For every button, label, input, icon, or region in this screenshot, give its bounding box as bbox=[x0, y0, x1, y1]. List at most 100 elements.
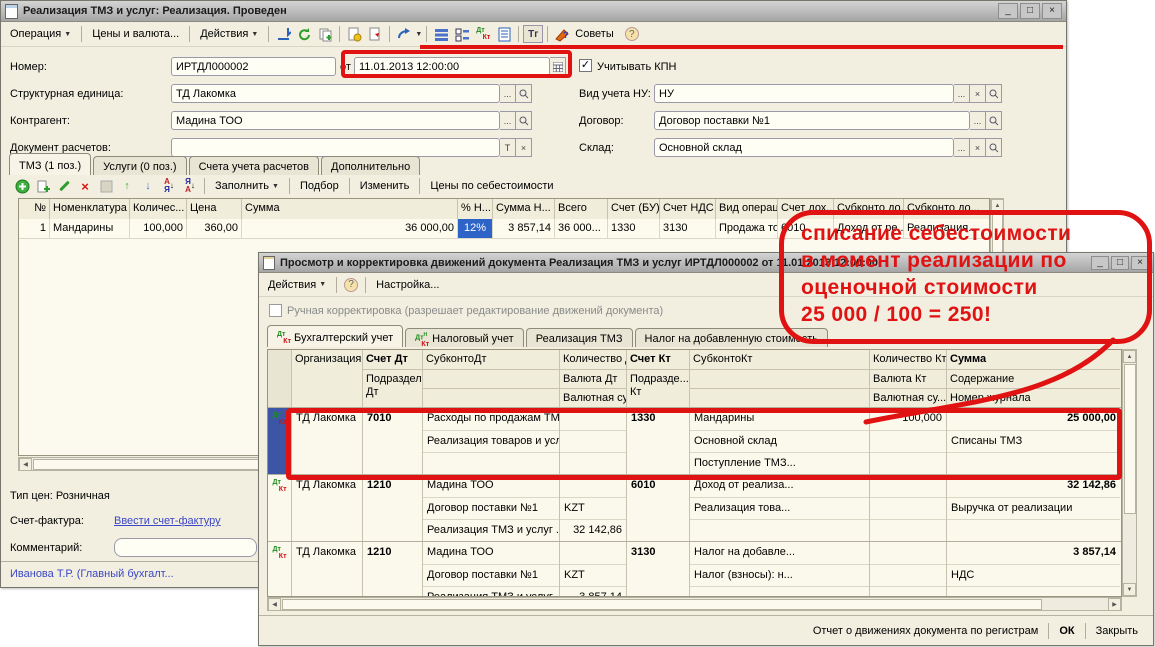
cell-vat-rate[interactable]: 12% bbox=[458, 219, 493, 238]
scroll-left-icon[interactable]: ◀ bbox=[268, 598, 281, 611]
cell-currency-dt[interactable]: KZT bbox=[560, 564, 626, 586]
cell-sum[interactable]: 3 857,14 bbox=[947, 542, 1120, 564]
checklist-icon[interactable] bbox=[452, 25, 472, 43]
fill-button[interactable]: Заполнить▼ bbox=[209, 176, 285, 196]
col-account-bu[interactable]: Счет (БУ) bbox=[608, 199, 660, 219]
select-ellipsis-button[interactable]: ... bbox=[500, 111, 516, 130]
cell-content[interactable]: Выручка от реализации bbox=[947, 497, 1120, 519]
search-icon[interactable] bbox=[986, 111, 1002, 130]
clear-button[interactable]: × bbox=[516, 138, 532, 157]
clear-button[interactable]: × bbox=[970, 84, 986, 103]
cell-content[interactable]: НДС bbox=[947, 564, 1120, 586]
cell-quantity[interactable]: 100,000 bbox=[130, 219, 187, 238]
cell-quantity-kt[interactable] bbox=[870, 542, 946, 564]
contract-input[interactable]: Договор поставки №1 bbox=[654, 111, 970, 130]
col-quantity-kt[interactable]: Количество КтВалюта КтВалютная су... bbox=[870, 350, 947, 407]
cell-subconto-kt[interactable] bbox=[690, 586, 869, 597]
movement-row-2[interactable]: ДтКт ТД Лакомка 1210 Мадина ТООДоговор п… bbox=[268, 475, 1121, 542]
col-amount[interactable]: Сумма bbox=[242, 199, 458, 219]
save-record-icon[interactable] bbox=[273, 25, 293, 43]
search-icon[interactable] bbox=[516, 111, 532, 130]
col-account-dt[interactable]: Счет ДтПодраздел... Дт bbox=[363, 350, 423, 407]
cell-subconto-dt[interactable]: Мадина ТОО bbox=[423, 542, 559, 564]
cost-prices-button[interactable]: Цены по себестоимости bbox=[424, 176, 559, 196]
tab-accounting[interactable]: ДтКт Бухгалтерский учет bbox=[267, 325, 403, 347]
nu-input[interactable]: НУ bbox=[654, 84, 954, 103]
copy-row-icon[interactable] bbox=[33, 177, 53, 195]
number-input[interactable]: ИРТДЛ000002 bbox=[171, 57, 336, 76]
clear-button[interactable]: × bbox=[970, 138, 986, 157]
scroll-left-icon[interactable]: ◀ bbox=[19, 458, 32, 471]
select-ellipsis-button[interactable]: ... bbox=[954, 84, 970, 103]
cell-price[interactable]: 360,00 bbox=[187, 219, 242, 238]
scroll-up-icon[interactable]: ▲ bbox=[1123, 350, 1136, 363]
dt-kt-icon[interactable]: ДтКт bbox=[473, 25, 493, 43]
edit-row-icon[interactable] bbox=[54, 177, 74, 195]
col-nomenclature[interactable]: Номенклатура bbox=[50, 199, 130, 219]
dialog-actions-button[interactable]: Действия▼ bbox=[262, 275, 332, 295]
help-icon[interactable]: ? bbox=[622, 25, 642, 43]
move-down-icon[interactable]: ↓ bbox=[138, 177, 158, 195]
cell-organization[interactable]: ТД Лакомка bbox=[292, 542, 362, 564]
structure-icon[interactable] bbox=[431, 25, 451, 43]
col-vat-rate[interactable]: % Н... bbox=[458, 199, 493, 219]
ok-button[interactable]: ОК bbox=[1052, 621, 1081, 641]
sort-ascending-icon[interactable]: АЯ↓ bbox=[159, 177, 179, 195]
settings-button[interactable]: Настройка... bbox=[370, 275, 445, 295]
send-icon[interactable] bbox=[394, 25, 414, 43]
tab-services[interactable]: Услуги (0 поз.) bbox=[93, 156, 186, 175]
maximize-button[interactable]: □ bbox=[1020, 3, 1040, 19]
col-operation-type[interactable]: Вид операции bbox=[716, 199, 778, 219]
refresh-icon[interactable] bbox=[294, 25, 314, 43]
tab-tmz-sales[interactable]: Реализация ТМЗ bbox=[526, 328, 633, 347]
add-row-icon[interactable] bbox=[12, 177, 32, 195]
minimize-button[interactable]: _ bbox=[998, 3, 1018, 19]
cell-operation-type[interactable]: Продажа то... bbox=[716, 219, 778, 238]
kpn-checkbox[interactable]: ✓ bbox=[579, 59, 592, 72]
warehouse-input[interactable]: Основной склад bbox=[654, 138, 954, 157]
cell-subconto-kt[interactable]: Реализация това... bbox=[690, 497, 869, 519]
cell-subconto-kt[interactable]: Налог на добавле... bbox=[690, 542, 869, 564]
cell-account-kt[interactable]: 3130 bbox=[627, 542, 689, 564]
type-button[interactable]: T bbox=[500, 138, 516, 157]
unpost-document-icon[interactable] bbox=[365, 25, 385, 43]
help-icon[interactable]: ? bbox=[341, 276, 361, 294]
col-quantity[interactable]: Количес... bbox=[130, 199, 187, 219]
cell-subconto-dt[interactable]: Реализация ТМЗ и услуг bbox=[423, 586, 559, 597]
tips-label[interactable]: Советы bbox=[573, 24, 620, 44]
cell-subconto-dt[interactable]: Договор поставки №1 bbox=[423, 564, 559, 586]
cell-subconto-kt[interactable]: Налог (взносы): н... bbox=[690, 564, 869, 586]
search-icon[interactable] bbox=[986, 138, 1002, 157]
cell-account-vat[interactable]: 3130 bbox=[660, 219, 716, 238]
delete-row-icon[interactable]: × bbox=[75, 177, 95, 195]
col-total[interactable]: Всего bbox=[555, 199, 608, 219]
cell-currency-dt[interactable]: KZT bbox=[560, 497, 626, 519]
cell-subconto-kt[interactable] bbox=[690, 519, 869, 541]
movements-report-button[interactable]: Отчет о движениях документа по регистрам bbox=[806, 621, 1046, 641]
change-button[interactable]: Изменить bbox=[354, 176, 416, 196]
cell-subconto-dt[interactable]: Реализация ТМЗ и услуг ... bbox=[423, 519, 559, 541]
end-edit-icon[interactable] bbox=[96, 177, 116, 195]
movements-hscrollbar[interactable]: ◀ ▶ bbox=[267, 597, 1122, 611]
cell-currency-sum-dt[interactable]: 3 857,14 bbox=[560, 586, 626, 597]
document-journal-icon[interactable] bbox=[494, 25, 514, 43]
col-subconto-dt[interactable]: СубконтоДт bbox=[423, 350, 560, 407]
cell-num[interactable]: 1 bbox=[19, 219, 50, 238]
col-account-kt[interactable]: Счет КтПодразде... Кт bbox=[627, 350, 690, 407]
select-ellipsis-button[interactable]: ... bbox=[500, 84, 516, 103]
col-quantity-dt[interactable]: Количество ДтВалюта ДтВалютная су... bbox=[560, 350, 627, 407]
movement-row-3[interactable]: ДтКт ТД Лакомка 1210 Мадина ТООДоговор п… bbox=[268, 542, 1121, 597]
cell-currency-sum-dt[interactable]: 32 142,86 bbox=[560, 519, 626, 541]
cell-vat-amount[interactable]: 3 857,14 bbox=[493, 219, 555, 238]
col-price[interactable]: Цена bbox=[187, 199, 242, 219]
cell-amount[interactable]: 36 000,00 bbox=[242, 219, 458, 238]
select-ellipsis-button[interactable]: ... bbox=[970, 111, 986, 130]
tab-tax-accounting[interactable]: ДтНКт Налоговый учет bbox=[405, 328, 524, 347]
contractor-input[interactable]: Мадина ТОО bbox=[171, 111, 500, 130]
tab-tmz[interactable]: ТМЗ (1 поз.) bbox=[9, 153, 91, 175]
tab-settlement-accounts[interactable]: Счета учета расчетов bbox=[189, 156, 319, 175]
close-dialog-button[interactable]: Закрыть bbox=[1089, 621, 1145, 641]
operation-menu-button[interactable]: Операция▼ bbox=[4, 24, 77, 44]
close-button[interactable]: × bbox=[1042, 3, 1062, 19]
scroll-right-icon[interactable]: ▶ bbox=[1108, 598, 1121, 611]
